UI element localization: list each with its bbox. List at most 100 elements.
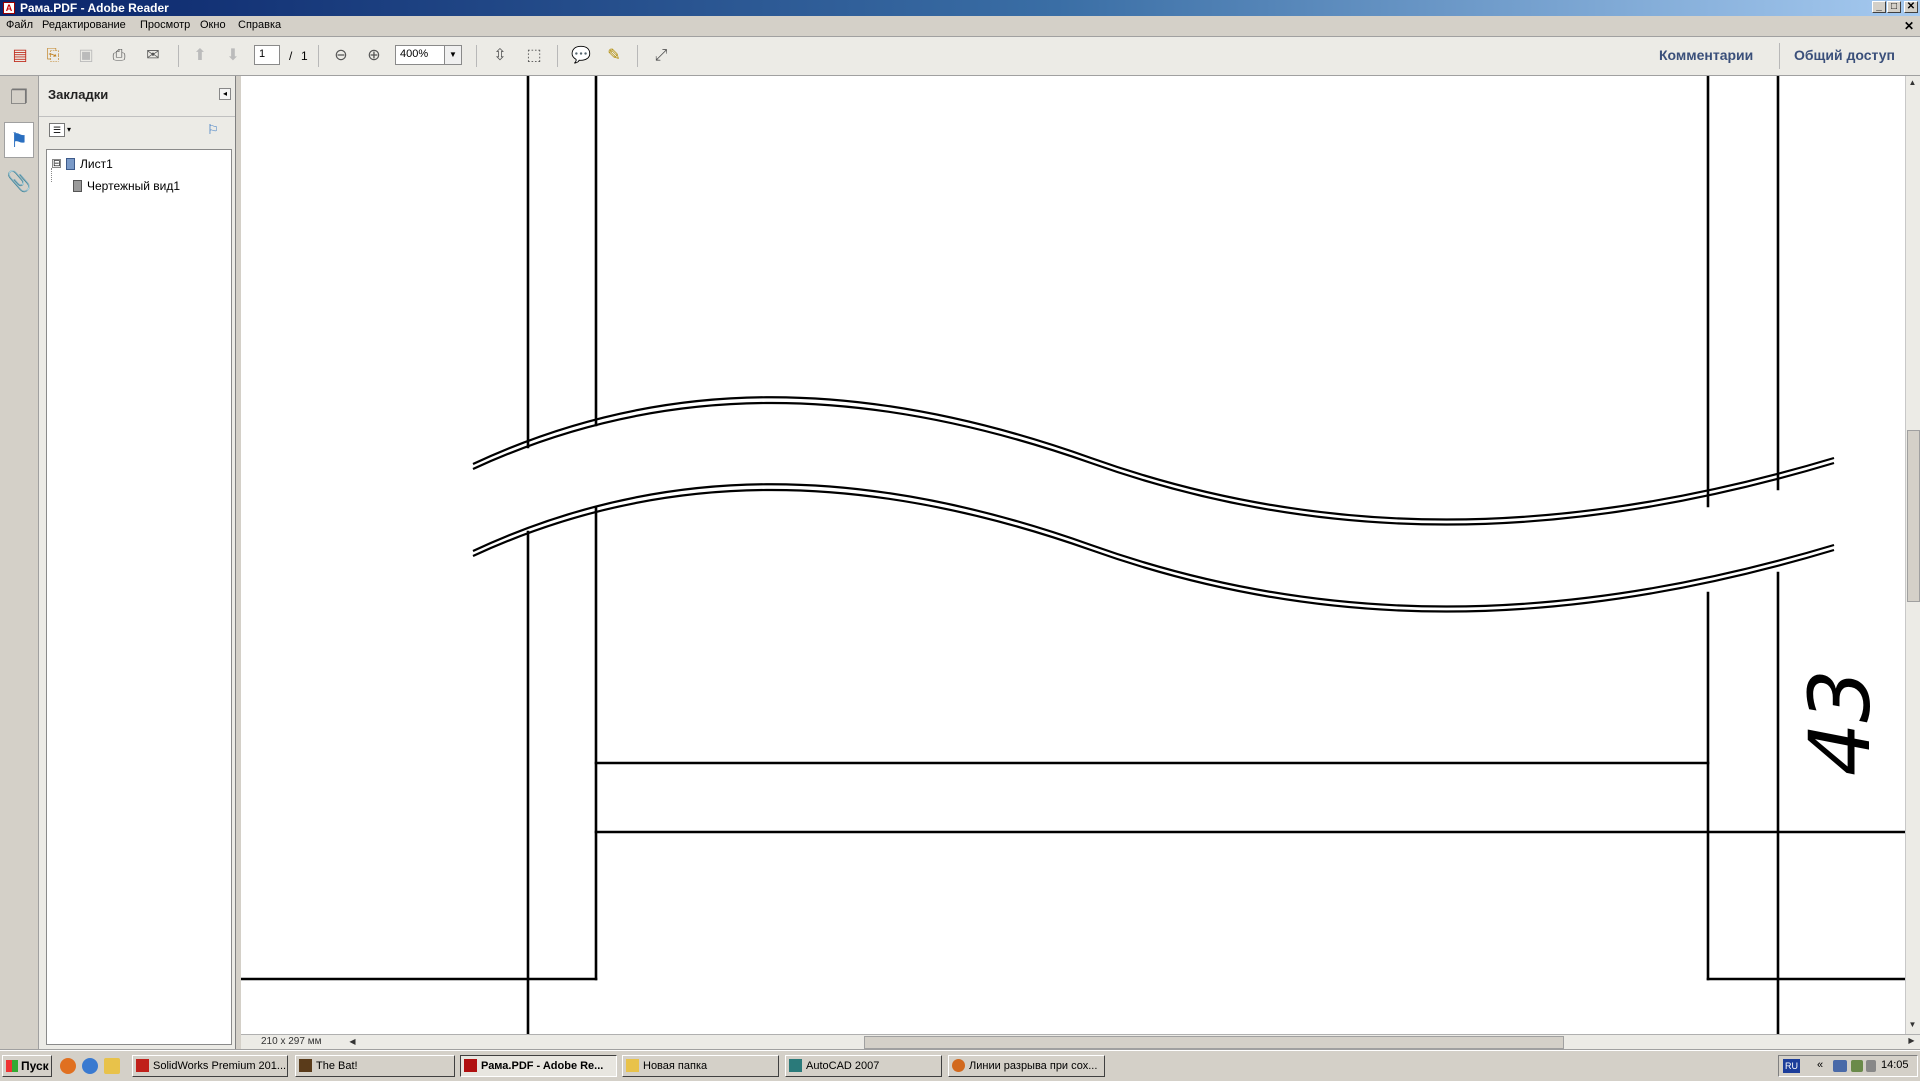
adobe-reader-app-icon: A xyxy=(3,2,15,14)
page-size-label: 210 x 297 мм xyxy=(261,1036,322,1047)
minimize-button[interactable]: _ xyxy=(1872,1,1886,13)
toolbar-separator xyxy=(476,45,477,67)
folder-icon xyxy=(626,1059,639,1072)
language-indicator[interactable]: RU xyxy=(1783,1059,1800,1073)
task-label: The Bat! xyxy=(316,1060,358,1072)
system-tray: RU « 14:05 xyxy=(1778,1055,1918,1077)
fit-page-icon[interactable]: ⇳ xyxy=(488,44,512,68)
panel-toolbar: ☰ ▾ ⚐ xyxy=(39,116,235,145)
taskbar-item-autocad[interactable]: AutoCAD 2007 xyxy=(785,1055,942,1077)
previous-page-icon[interactable]: ⬆ xyxy=(188,44,212,68)
document-view[interactable]: 43 xyxy=(241,76,1905,1034)
toolbar-separator xyxy=(557,45,558,67)
options-chevron-down-icon[interactable]: ▾ xyxy=(67,125,71,134)
zoom-dropdown-chevron-icon[interactable]: ▼ xyxy=(445,45,462,65)
print-icon[interactable]: ⎙ xyxy=(107,44,131,68)
toolbar-separator xyxy=(1779,43,1780,69)
toolbar: ▤ ⎘ ▣ ⎙ ✉ ⬆ ⬇ 1 / 1 ⊖ ⊕ 400% ▼ ⇳ ⬚ 💬 ✎ ⤢… xyxy=(0,37,1920,76)
menu-window[interactable]: Окно xyxy=(200,19,226,31)
break-line xyxy=(472,396,1835,521)
bookmark-tree: ⊟ Лист1 Чертежный вид1 xyxy=(46,149,232,1045)
firefox-quicklaunch-icon[interactable] xyxy=(60,1058,76,1074)
menu-help[interactable]: Справка xyxy=(238,19,281,31)
navigation-pane-strip: ❐ ⚑ 📎 xyxy=(0,76,39,1049)
volume-tray-icon[interactable] xyxy=(1851,1060,1863,1072)
menu-view[interactable]: Просмотр xyxy=(140,19,190,31)
bookmark-label: Лист1 xyxy=(80,157,113,171)
dimension-text: 43 xyxy=(1791,669,1889,776)
panel-title: Закладки xyxy=(48,87,109,102)
scroll-left-icon[interactable]: ◀ xyxy=(346,1037,359,1046)
bookmark-item-drawing-view1[interactable]: Чертежный вид1 xyxy=(67,177,227,195)
solidworks-icon xyxy=(136,1059,149,1072)
tray-expand-chevron-icon[interactable]: « xyxy=(1817,1059,1823,1071)
restore-button[interactable]: □ xyxy=(1887,1,1901,13)
collapse-tree-icon[interactable]: ⊟ xyxy=(52,159,61,168)
windows-taskbar: Пуск SolidWorks Premium 201... The Bat! … xyxy=(0,1050,1920,1081)
close-document-button[interactable]: ✕ xyxy=(1904,19,1914,33)
task-label: Линии разрыва при сох... xyxy=(969,1060,1098,1072)
firefox-icon xyxy=(952,1059,965,1072)
bookmark-icon xyxy=(73,180,82,192)
page-number-input[interactable]: 1 xyxy=(254,45,280,65)
next-page-icon[interactable]: ⬇ xyxy=(221,44,245,68)
zoom-out-icon[interactable]: ⊖ xyxy=(329,44,353,68)
horizontal-scroll-thumb[interactable] xyxy=(864,1036,1564,1049)
break-line xyxy=(472,401,1835,526)
taskbar-item-new-folder[interactable]: Новая папка xyxy=(622,1055,779,1077)
menu-edit[interactable]: Редактирование xyxy=(42,19,126,31)
scroll-down-icon[interactable]: ▼ xyxy=(1906,1020,1919,1029)
taskbar-item-adobe-reader[interactable]: Рама.PDF - Adobe Re... xyxy=(460,1055,617,1077)
windows-logo-icon xyxy=(6,1060,18,1072)
scroll-up-icon[interactable]: ▲ xyxy=(1906,78,1919,87)
options-menu-icon[interactable]: ☰ xyxy=(49,123,65,137)
clock: 14:05 xyxy=(1881,1059,1909,1071)
taskbar-item-firefox-page[interactable]: Линии разрыва при сох... xyxy=(948,1055,1105,1077)
scroll-right-icon[interactable]: ▶ xyxy=(1905,1036,1918,1045)
task-label: SolidWorks Premium 201... xyxy=(153,1060,287,1072)
tree-connector-line xyxy=(51,168,53,182)
attachments-paperclip-icon[interactable]: 📎 xyxy=(4,164,34,200)
bookmarks-icon[interactable]: ⚑ xyxy=(4,122,34,158)
start-button[interactable]: Пуск xyxy=(2,1055,52,1077)
email-icon[interactable]: ✉ xyxy=(141,44,165,68)
horizontal-scrollbar[interactable]: ◀ xyxy=(346,1036,1906,1049)
drawing-canvas: 43 xyxy=(241,76,1905,1034)
comment-note-icon[interactable]: 💬 xyxy=(569,44,593,68)
tray-app-icon[interactable] xyxy=(1866,1060,1876,1072)
taskbar-item-the-bat[interactable]: The Bat! xyxy=(295,1055,455,1077)
taskbar-item-solidworks[interactable]: SolidWorks Premium 201... xyxy=(132,1055,288,1077)
collapse-panel-chevron-icon[interactable]: ◂ xyxy=(219,88,231,100)
menu-file[interactable]: Файл xyxy=(6,19,33,31)
bookmark-icon xyxy=(66,158,75,170)
network-tray-icon[interactable] xyxy=(1833,1060,1847,1072)
page-thumbnails-icon[interactable]: ❐ xyxy=(4,80,34,116)
share-link[interactable]: Общий доступ xyxy=(1794,47,1895,63)
total-pages: 1 xyxy=(301,49,308,63)
open-icon[interactable]: ⎘ xyxy=(41,44,65,68)
zoom-in-icon[interactable]: ⊕ xyxy=(362,44,386,68)
bookmark-item-sheet1[interactable]: ⊟ Лист1 xyxy=(52,155,222,173)
autocad-icon xyxy=(789,1059,802,1072)
break-line xyxy=(472,488,1835,613)
save-icon[interactable]: ▣ xyxy=(74,44,98,68)
page-separator: / xyxy=(289,49,293,63)
status-bar: 210 x 297 мм ◀ ▶ xyxy=(241,1034,1920,1050)
fit-width-icon[interactable]: ⬚ xyxy=(522,44,546,68)
new-bookmark-icon[interactable]: ⚐ xyxy=(207,122,223,138)
full-screen-icon[interactable]: ⤢ xyxy=(649,44,673,68)
close-window-button[interactable]: ✕ xyxy=(1904,1,1918,13)
folder-quicklaunch-icon[interactable] xyxy=(104,1058,120,1074)
vertical-scrollbar[interactable]: ▲ ▼ xyxy=(1905,76,1920,1034)
window-title-bar[interactable]: A Рама.PDF - Adobe Reader _ □ ✕ xyxy=(0,0,1920,16)
zoom-level-input[interactable]: 400% xyxy=(395,45,445,65)
ie-quicklaunch-icon[interactable] xyxy=(82,1058,98,1074)
toolbar-separator xyxy=(318,45,319,67)
create-pdf-icon[interactable]: ▤ xyxy=(8,44,32,68)
vertical-scroll-thumb[interactable] xyxy=(1907,430,1920,602)
toolbar-separator xyxy=(637,45,638,67)
highlight-icon[interactable]: ✎ xyxy=(602,44,626,68)
comments-link[interactable]: Комментарии xyxy=(1659,47,1753,63)
break-line xyxy=(472,483,1835,608)
toolbar-separator xyxy=(178,45,179,67)
